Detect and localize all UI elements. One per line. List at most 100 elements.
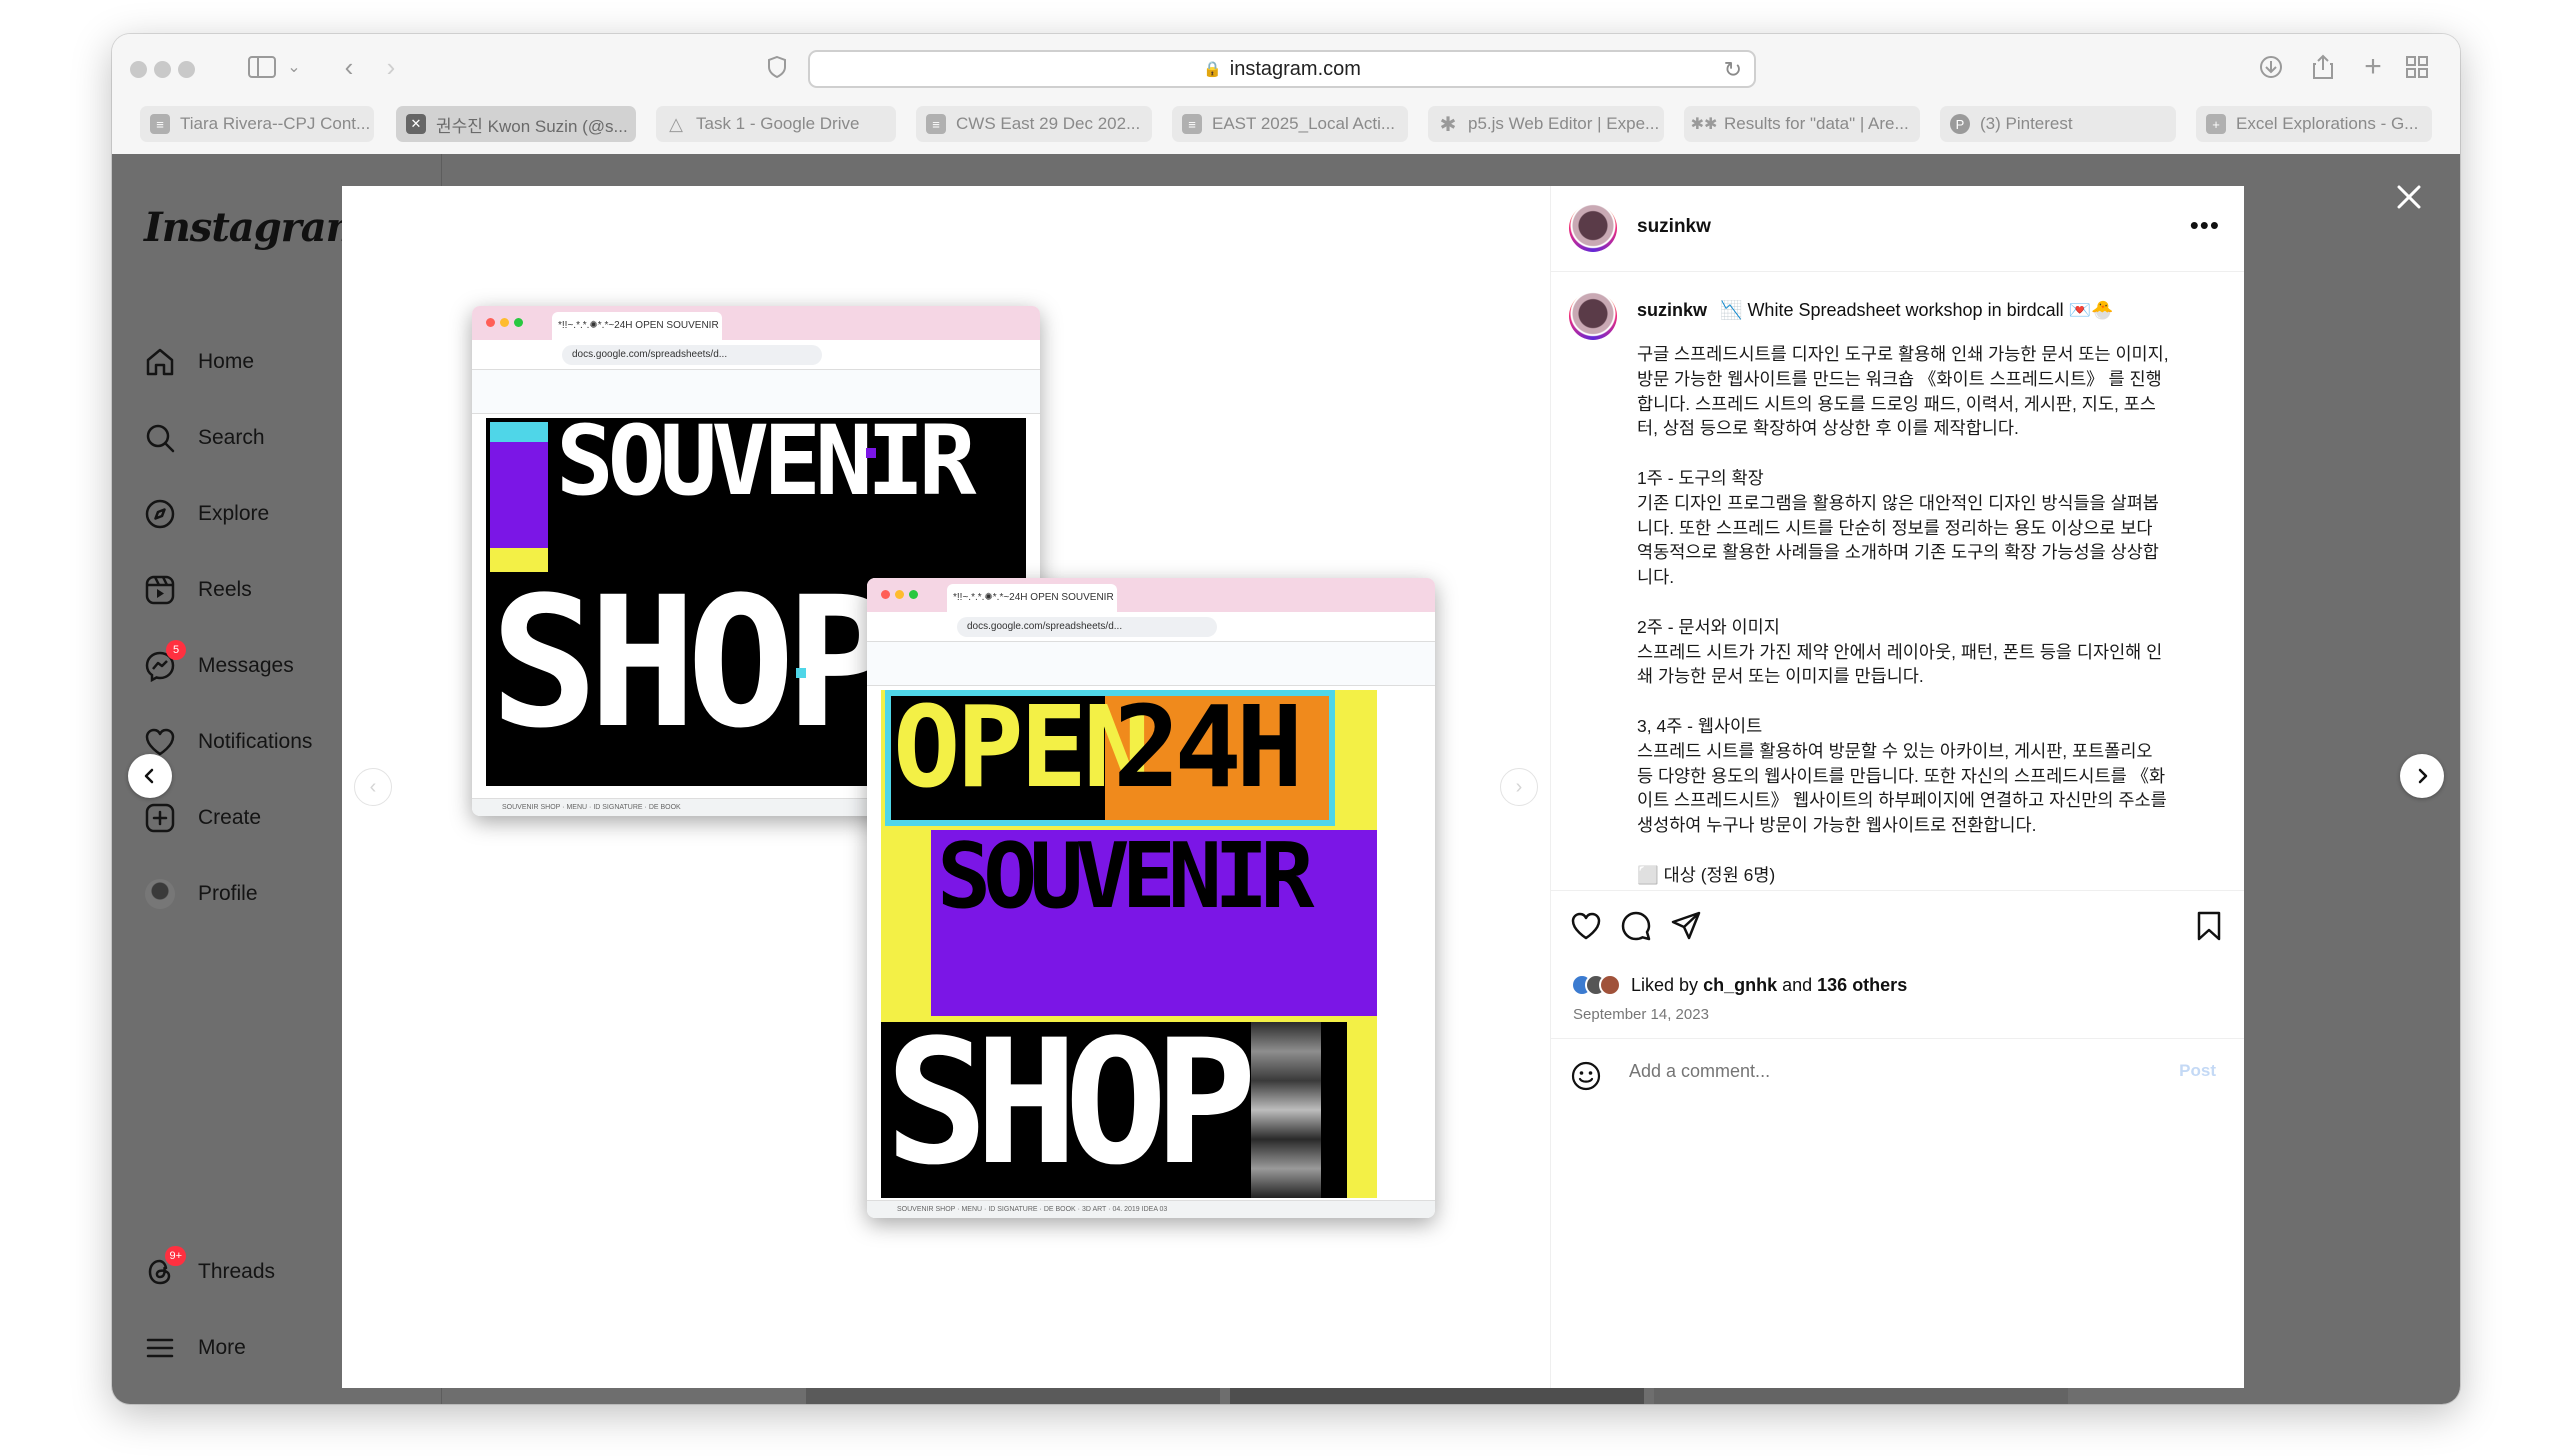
home-icon: [142, 344, 178, 380]
nav-reels[interactable]: Reels: [142, 562, 252, 618]
media-tab-title: *!!~.*.*.✺*.*~24H OPEN SOUVENIR SHOP*~*: [947, 584, 1117, 612]
tab-label: EAST 2025_Local Acti...: [1212, 114, 1396, 133]
nav-profile[interactable]: Profile: [142, 866, 258, 922]
doc-icon: ≡: [926, 114, 946, 134]
pinterest-icon: P: [1950, 114, 1970, 134]
messages-badge: 5: [166, 640, 186, 660]
nav-threads[interactable]: 9+ Threads: [142, 1244, 275, 1300]
comment-row: Post: [1551, 1038, 2244, 1110]
tab-east-2025[interactable]: ≡ EAST 2025_Local Acti...: [1172, 106, 1408, 142]
minimize-window-button[interactable]: [154, 61, 171, 78]
instagram-logo[interactable]: Instagram: [144, 204, 368, 251]
tab-cpj-content[interactable]: ≡ Tiara Rivera--CPJ Cont...: [140, 106, 374, 142]
doc-icon: ≡: [150, 114, 170, 134]
tab-google-drive[interactable]: △ Task 1 - Google Drive: [656, 106, 896, 142]
tab-label: CWS East 29 Dec 202...: [956, 114, 1141, 133]
nav-create[interactable]: Create: [142, 790, 261, 846]
messenger-icon: 5: [142, 640, 186, 684]
likes-and: and: [1782, 974, 1813, 995]
post-details: suzinkw ••• suzinkw 📉 White Spreadsheet …: [1550, 186, 2244, 1388]
back-icon[interactable]: ‹: [334, 50, 364, 84]
media-tab-title: *!!~.*.*.✺*.*~24H OPEN SOUVENIR SHOP*~*: [552, 312, 722, 340]
shield-icon[interactable]: [762, 50, 792, 84]
caption-header: suzinkw 📉 White Spreadsheet workshop in …: [1637, 300, 2214, 321]
tab-instagram-kwon-suzin[interactable]: ✕ 권수진 Kwon Suzin (@s...: [396, 106, 636, 142]
share-icon[interactable]: [2308, 50, 2338, 84]
close-window-button[interactable]: [130, 61, 147, 78]
media-url: docs.google.com/spreadsheets/d...: [957, 617, 1217, 637]
nav-explore[interactable]: Explore: [142, 486, 269, 542]
souvenir-word: SOUVENIR: [556, 405, 976, 517]
nav-notifications[interactable]: Notifications: [142, 714, 312, 770]
tab-label: (3) Pinterest: [1980, 114, 2073, 133]
new-tab-icon[interactable]: +: [2358, 50, 2388, 84]
download-icon[interactable]: [2256, 50, 2286, 84]
nav-label: Search: [198, 426, 265, 449]
reels-icon: [142, 572, 178, 608]
forward-icon[interactable]: ›: [376, 50, 406, 84]
author-username[interactable]: suzinkw: [1637, 216, 1711, 238]
close-modal-icon[interactable]: [2392, 180, 2426, 214]
caption-text: 구글 스프레드시트를 디자인 도구로 활용해 인쇄 가능한 문서 또는 이미지,…: [1637, 344, 2169, 890]
nav-more[interactable]: More: [142, 1320, 246, 1376]
media-next-icon[interactable]: ›: [1500, 768, 1538, 806]
reload-icon[interactable]: ↻: [1724, 57, 1742, 83]
nav-search[interactable]: Search: [142, 410, 265, 466]
media-url: docs.google.com/spreadsheets/d...: [562, 345, 822, 365]
shop-word: SHOP: [885, 1002, 1257, 1203]
more-options-icon[interactable]: •••: [2190, 210, 2220, 241]
chevron-down-icon[interactable]: ⌄: [284, 50, 304, 84]
share-post-icon[interactable]: [1669, 909, 1703, 943]
threads-icon: 9+: [142, 1246, 186, 1290]
caption-avatar[interactable]: [1569, 292, 1617, 340]
post-modal: ‹ › *!!~.*.*.✺*.*~24H OPEN SOUVENIR SHOP…: [342, 186, 2244, 1388]
zoom-window-button[interactable]: [178, 61, 195, 78]
nav-label: Explore: [198, 502, 270, 525]
emoji-icon[interactable]: [1569, 1059, 1603, 1093]
bookmark-icon[interactable]: [2192, 909, 2226, 943]
tab-excel-explorations[interactable]: + Excel Explorations - G...: [2196, 106, 2432, 142]
tab-overview-icon[interactable]: [2402, 50, 2432, 84]
likes-prefix: Liked by: [1631, 974, 1699, 995]
sidebar-toggle-icon[interactable]: [242, 50, 282, 84]
address-bar[interactable]: 🔒 instagram.com ↻: [808, 50, 1756, 88]
tab-pinterest[interactable]: P (3) Pinterest: [1940, 106, 2176, 142]
media-browser-chrome: *!!~.*.*.✺*.*~24H OPEN SOUVENIR SHOP*~*: [867, 578, 1435, 612]
drive-icon: △: [669, 113, 683, 134]
caption-username[interactable]: suzinkw: [1637, 300, 1707, 320]
menu-icon: [142, 1330, 178, 1366]
tab-p5js[interactable]: ✱ p5.js Web Editor | Expe...: [1428, 106, 1664, 142]
compass-icon: [142, 496, 178, 532]
author-avatar[interactable]: [1569, 204, 1617, 252]
next-post-button[interactable]: [2400, 754, 2444, 798]
search-icon: [142, 420, 178, 456]
nav-label: Home: [198, 350, 255, 373]
like-icon[interactable]: [1569, 909, 1603, 943]
nav-label: Messages: [198, 654, 294, 677]
liked-by-user[interactable]: ch_gnhk: [1703, 975, 1777, 996]
tab-label: Tiara Rivera--CPJ Cont...: [180, 114, 371, 133]
likes-others[interactable]: 136 others: [1817, 975, 1907, 996]
comment-icon[interactable]: [1619, 909, 1653, 943]
tab-label: p5.js Web Editor | Expe...: [1468, 114, 1660, 133]
nav-label: More: [198, 1336, 246, 1359]
likes-summary[interactable]: Liked by ch_gnhk and 136 others: [1571, 970, 1907, 1000]
media-prev-icon[interactable]: ‹: [354, 768, 392, 806]
x-icon: ✕: [406, 114, 426, 134]
threads-badge: 9+: [165, 1246, 186, 1266]
post-media: ‹ › *!!~.*.*.✺*.*~24H OPEN SOUVENIR SHOP…: [342, 186, 1550, 1388]
tab-cws-east[interactable]: ≡ CWS East 29 Dec 202...: [916, 106, 1152, 142]
shop-word: SHOP: [490, 559, 893, 768]
caption-scroll-area[interactable]: suzinkw 📉 White Spreadsheet workshop in …: [1551, 272, 2244, 890]
nav-home[interactable]: Home: [142, 334, 254, 390]
tab-label: Results for "data" | Are...: [1724, 114, 1909, 133]
nav-messages[interactable]: 5 Messages: [142, 638, 294, 694]
comment-input[interactable]: [1629, 1061, 2109, 1082]
tab-are-na[interactable]: ✱✱ Results for "data" | Are...: [1684, 106, 1920, 142]
lens-image: [1251, 1022, 1321, 1198]
post-date[interactable]: September 14, 2023: [1573, 1006, 1709, 1023]
prev-post-button[interactable]: [128, 754, 172, 798]
nav-label: Profile: [198, 882, 258, 905]
post-comment-button[interactable]: Post: [2179, 1061, 2216, 1081]
media-screenshot-2: *!!~.*.*.✺*.*~24H OPEN SOUVENIR SHOP*~* …: [867, 578, 1435, 1218]
